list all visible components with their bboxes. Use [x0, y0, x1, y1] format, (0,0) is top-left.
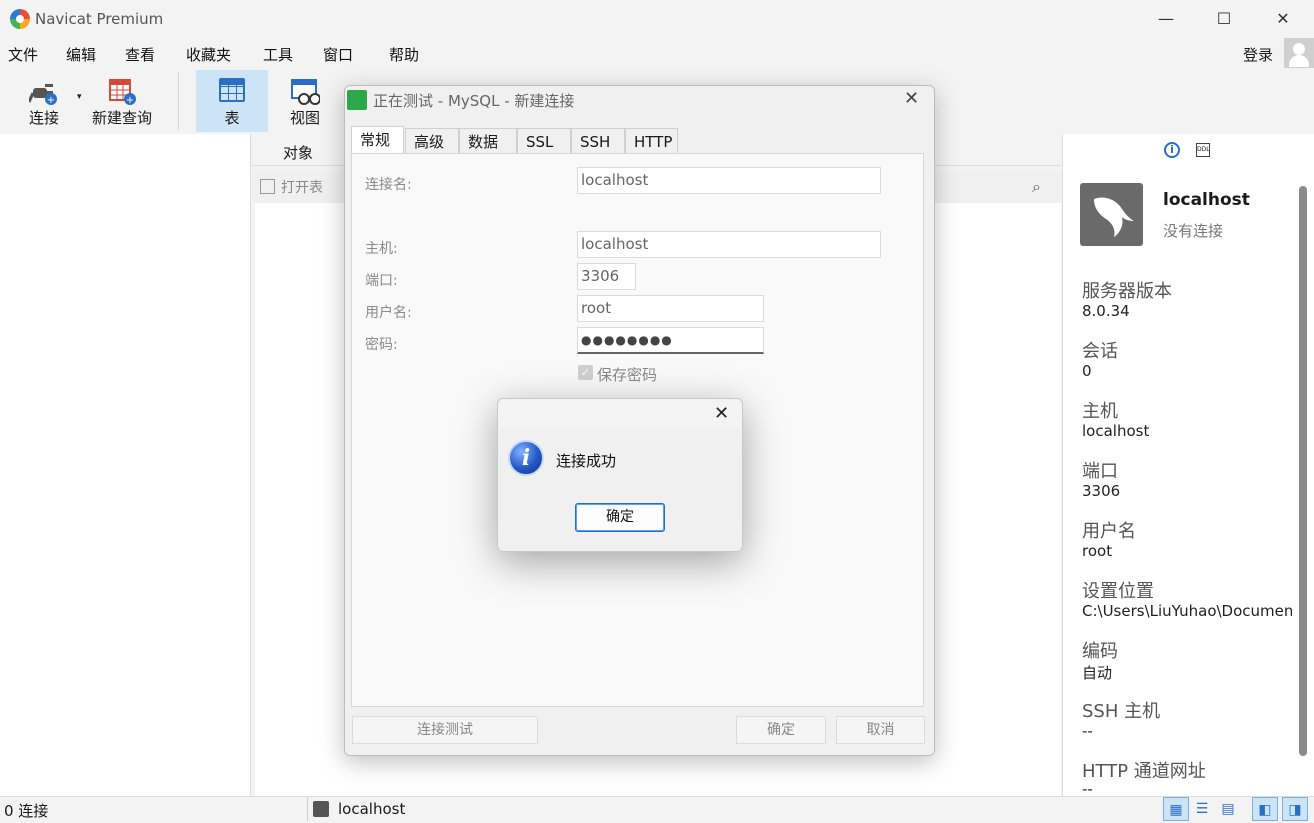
status-divider — [307, 797, 308, 821]
dialog-title: 正在测试 - MySQL - 新建连接 — [373, 92, 575, 110]
info-value-port: 3306 — [1082, 482, 1121, 500]
mysql-dolphin-icon — [1080, 183, 1143, 246]
connect-dropdown-chevron-icon[interactable]: ▾ — [77, 92, 82, 102]
info-label-server-version: 服务器版本 — [1082, 281, 1172, 302]
tab-general[interactable]: 常规 — [351, 126, 404, 154]
svg-text:+: + — [126, 95, 134, 106]
title-bar — [0, 0, 1314, 38]
new-query-icon: + — [109, 79, 136, 106]
host-label: 主机: — [365, 241, 398, 257]
message-close-icon[interactable]: ✕ — [714, 403, 729, 424]
menu-edit[interactable]: 编辑 — [66, 44, 96, 65]
toggle-left-pane-icon[interactable]: ◧ — [1252, 797, 1278, 821]
app-title: Navicat Premium — [35, 10, 164, 28]
connection-tree-pane[interactable] — [0, 134, 251, 796]
test-connection-button[interactable]: 连接测试 — [352, 716, 538, 744]
menu-favorites[interactable]: 收藏夹 — [186, 44, 231, 65]
list-view-icon[interactable]: ☰ — [1189, 797, 1215, 821]
info-label-ssh-host: SSH 主机 — [1082, 701, 1161, 722]
info-value-ssh-host: -- — [1082, 722, 1093, 740]
toolbar-divider — [178, 72, 179, 130]
info-label-http-tunnel: HTTP 通道网址 — [1082, 761, 1206, 782]
info-value-user: root — [1082, 542, 1113, 560]
login-link[interactable]: 登录 — [1243, 44, 1273, 65]
connect-label: 连接 — [28, 109, 59, 127]
tab-databases[interactable]: 数据库 — [459, 128, 517, 177]
menu-help[interactable]: 帮助 — [389, 44, 419, 65]
table-button[interactable]: 表 — [196, 70, 268, 132]
svg-text:+: + — [47, 95, 55, 106]
search-icon[interactable]: ⌕ — [1032, 177, 1041, 197]
detail-view-icon[interactable]: ▤ — [1215, 797, 1241, 821]
mysql-icon — [347, 90, 367, 110]
table-label: 表 — [224, 109, 240, 127]
tab-http[interactable]: HTTP — [625, 128, 678, 154]
port-label: 端口: — [365, 273, 398, 289]
info-label-encoding: 编码 — [1082, 641, 1118, 662]
dialog-cancel-button[interactable]: 取消 — [836, 716, 925, 744]
tab-advanced[interactable]: 高级 — [405, 128, 459, 154]
current-connection: localhost — [338, 800, 406, 818]
grid-view-icon[interactable]: ▦ — [1163, 797, 1189, 821]
plug-icon: + — [29, 84, 57, 106]
table-icon — [219, 78, 245, 102]
information-icon: i — [508, 440, 544, 476]
username-label: 用户名: — [365, 305, 412, 321]
info-value-settings-location: C:\Users\LiuYuhao\Documen — [1082, 602, 1292, 620]
info-label-settings-location: 设置位置 — [1082, 581, 1154, 602]
navicat-logo-icon — [10, 9, 30, 29]
tab-ssl[interactable]: SSL — [517, 128, 571, 154]
password-input[interactable]: ●●●●●●●● — [577, 327, 764, 354]
connection-status-icon — [313, 801, 329, 817]
info-value-sessions: 0 — [1082, 362, 1092, 380]
connection-name-input[interactable]: localhost — [577, 167, 881, 194]
connection-status: 没有连接 — [1163, 222, 1224, 240]
username-input[interactable]: root — [577, 295, 764, 322]
save-password-label: 保存密码 — [597, 366, 658, 384]
status-bar — [0, 796, 1314, 823]
info-label-user: 用户名 — [1082, 521, 1136, 542]
dialog-close-icon[interactable]: ✕ — [904, 88, 919, 109]
save-password-checkbox[interactable]: ✓ — [578, 365, 593, 380]
toggle-right-pane-icon[interactable]: ◨ — [1282, 797, 1308, 821]
password-label: 密码: — [365, 337, 398, 353]
open-table-button[interactable]: 打开表 — [260, 177, 323, 197]
connect-button[interactable]: + 连接 — [14, 70, 74, 132]
info-label-host: 主机 — [1082, 401, 1118, 422]
maximize-button[interactable]: ☐ — [1204, 6, 1244, 32]
new-query-label: 新建查询 — [91, 109, 152, 127]
info-label-sessions: 会话 — [1082, 341, 1118, 362]
dialog-ok-button[interactable]: 确定 — [736, 716, 826, 744]
info-value-http-tunnel: -- — [1082, 780, 1093, 794]
user-avatar-icon[interactable] — [1284, 38, 1314, 68]
minimize-button[interactable]: — — [1146, 6, 1186, 32]
view-icon — [291, 79, 320, 105]
new-query-button[interactable]: + 新建查询 — [88, 70, 156, 132]
connection-count: 0 连接 — [4, 802, 49, 820]
view-label: 视图 — [289, 109, 320, 127]
message-text: 连接成功 — [556, 452, 617, 470]
view-button[interactable]: 视图 — [276, 70, 334, 132]
info-value-encoding: 自动 — [1082, 664, 1113, 682]
info-icon[interactable]: i — [1164, 142, 1180, 158]
info-pane-scrollbar[interactable] — [1299, 186, 1307, 756]
ddl-icon[interactable]: DDL — [1196, 143, 1210, 157]
menu-file[interactable]: 文件 — [8, 44, 38, 65]
close-window-button[interactable]: ✕ — [1263, 6, 1303, 32]
menu-tools[interactable]: 工具 — [263, 44, 293, 65]
connection-name: localhost — [1163, 190, 1250, 210]
connection-name-label: 连接名: — [365, 177, 412, 193]
message-box-titlebar — [498, 399, 742, 429]
menu-window[interactable]: 窗口 — [323, 44, 353, 65]
tab-objects[interactable]: 对象 — [283, 142, 313, 163]
port-input[interactable]: 3306 — [577, 263, 636, 290]
info-value-server-version: 8.0.34 — [1082, 302, 1130, 320]
host-input[interactable]: localhost — [577, 231, 881, 258]
menu-view[interactable]: 查看 — [125, 44, 155, 65]
info-label-port: 端口 — [1082, 461, 1118, 482]
tab-ssh[interactable]: SSH — [571, 128, 625, 154]
info-value-host: localhost — [1082, 422, 1150, 440]
message-ok-button[interactable]: 确定 — [575, 503, 665, 532]
